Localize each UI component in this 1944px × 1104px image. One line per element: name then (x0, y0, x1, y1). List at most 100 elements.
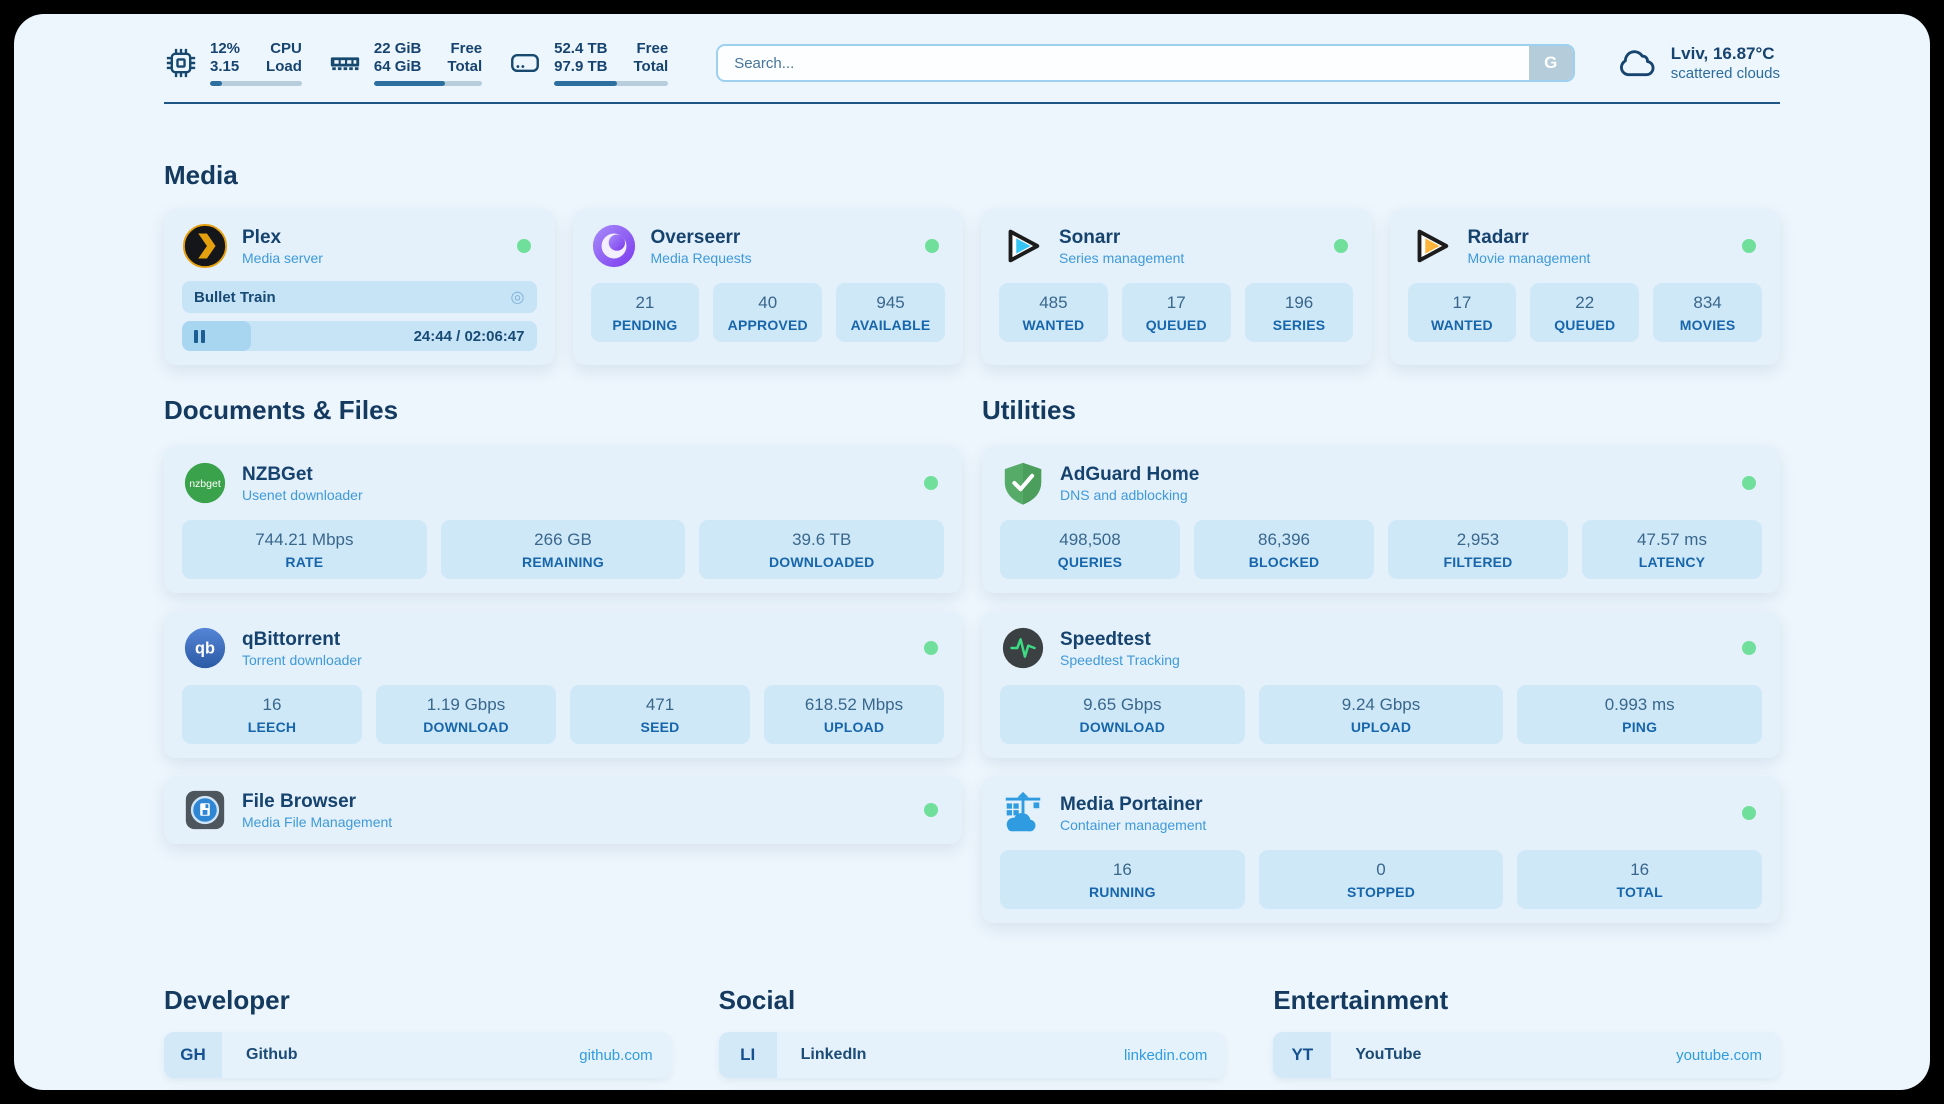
stat-tile: 196 SERIES (1245, 283, 1354, 342)
app-card-adguard[interactable]: AdGuard Home DNS and adblocking 498,508 … (982, 446, 1780, 593)
cpu-percent: 12% (210, 40, 240, 58)
stat-value: 21 (595, 293, 696, 313)
stat-value: 485 (1003, 293, 1104, 313)
weather-widget[interactable]: Lviv, 16.87°C scattered clouds (1617, 43, 1780, 83)
stat-label: QUEUED (1126, 317, 1227, 333)
status-dot (1742, 239, 1756, 253)
stat-label: AVAILABLE (840, 317, 941, 333)
search-bar: G (716, 44, 1575, 82)
bookmark-url[interactable]: github.com (579, 1047, 670, 1064)
section-title-documents: Documents & Files (164, 395, 962, 426)
stat-value: 9.24 Gbps (1263, 695, 1500, 715)
stat-tile: 40 APPROVED (713, 283, 822, 342)
app-description: Movie management (1468, 249, 1591, 267)
app-card-radarr[interactable]: Radarr Movie management 17 WANTED 22 QUE… (1390, 209, 1781, 365)
status-dot (924, 476, 938, 490)
app-name: Sonarr (1059, 226, 1184, 249)
bookmark-group-entertainment: Entertainment YT YouTube youtube.com NF … (1273, 985, 1780, 1090)
bookmark-abbr: LI (719, 1032, 777, 1078)
search-engine-button[interactable]: G (1529, 46, 1573, 80)
stat-tile: 16 RUNNING (1000, 850, 1245, 909)
stat-value: 0 (1263, 860, 1500, 880)
disk-progress-fill (554, 81, 617, 86)
stat-value: 618.52 Mbps (768, 695, 940, 715)
nzbget-icon: nzbget (182, 460, 228, 506)
stat-tile: 485 WANTED (999, 283, 1108, 342)
stat-label: QUERIES (1004, 554, 1176, 570)
app-card-overseerr[interactable]: Overseerr Media Requests 21 PENDING 40 A… (573, 209, 964, 365)
stat-tile: 0.993 ms PING (1517, 685, 1762, 744)
cpu-progress-fill (210, 81, 222, 86)
stat-value: 266 GB (445, 530, 682, 550)
session-type-icon: ◎ (511, 287, 525, 307)
stat-tile: 2,953 FILTERED (1388, 520, 1568, 579)
bookmark-url[interactable]: linkedin.com (1124, 1047, 1225, 1064)
cpu-load-label: Load (266, 58, 302, 76)
ram-icon (328, 46, 362, 80)
stat-label: LEECH (186, 719, 358, 735)
bookmark-github[interactable]: GH Github github.com (164, 1032, 671, 1078)
cpu-load-value: 3.15 (210, 58, 240, 76)
app-card-portainer[interactable]: Media Portainer Container management 16 … (982, 776, 1780, 923)
stat-tile: 17 WANTED (1408, 283, 1517, 342)
stat-tile: 9.65 Gbps DOWNLOAD (1000, 685, 1245, 744)
bookmark-youtube[interactable]: YT YouTube youtube.com (1273, 1032, 1780, 1078)
sonarr-icon (999, 223, 1045, 269)
stat-tile: 17 QUEUED (1122, 283, 1231, 342)
bookmark-abbr: GH (164, 1032, 222, 1078)
stat-tile: 266 GB REMAINING (441, 520, 686, 579)
stat-label: PENDING (595, 317, 696, 333)
stat-label: SERIES (1249, 317, 1350, 333)
radarr-icon (1408, 223, 1454, 269)
app-description: Media server (242, 249, 323, 267)
search-input[interactable] (716, 44, 1575, 82)
stat-value: 9.65 Gbps (1004, 695, 1241, 715)
app-card-speedtest[interactable]: Speedtest Speedtest Tracking 9.65 Gbps D… (982, 611, 1780, 758)
now-playing-row[interactable]: Bullet Train ◎ (182, 281, 537, 313)
status-dot (924, 641, 938, 655)
stat-label: QUEUED (1534, 317, 1635, 333)
bookmark-url[interactable]: youtube.com (1676, 1047, 1780, 1064)
app-card-plex[interactable]: Plex Media server Bullet Train ◎ 24:44 /… (164, 209, 555, 365)
app-card-filebrowser[interactable]: File Browser Media File Management (164, 776, 962, 844)
stat-label: STOPPED (1263, 884, 1500, 900)
stat-label: RUNNING (1004, 884, 1241, 900)
status-dot (1334, 239, 1348, 253)
adguard-icon (1000, 460, 1046, 506)
bookmark-group-social: Social LI LinkedIn linkedin.com TW Twitt… (719, 985, 1226, 1090)
app-name: File Browser (242, 790, 392, 813)
cpu-label: CPU (266, 40, 302, 58)
playback-progress-bar: 24:44 / 02:06:47 (182, 321, 537, 351)
stat-tile: 9.24 Gbps UPLOAD (1259, 685, 1504, 744)
app-name: qBittorrent (242, 628, 362, 651)
section-title-media: Media (164, 160, 1780, 191)
cpu-stat: 12% 3.15 CPU Load (164, 40, 302, 86)
app-description: Torrent downloader (242, 651, 362, 669)
stat-label: DOWNLOAD (380, 719, 552, 735)
media-grid: Plex Media server Bullet Train ◎ 24:44 /… (164, 209, 1780, 365)
section-title-social: Social (719, 985, 1226, 1016)
stat-tile: 0 STOPPED (1259, 850, 1504, 909)
stat-label: UPLOAD (1263, 719, 1500, 735)
app-card-nzbget[interactable]: nzbget NZBGet Usenet downloader 744.21 M… (164, 446, 962, 593)
stat-label: WANTED (1412, 317, 1513, 333)
bookmark-linkedin[interactable]: LI LinkedIn linkedin.com (719, 1032, 1226, 1078)
status-dot (1742, 476, 1756, 490)
app-card-qbittorrent[interactable]: qb qBittorrent Torrent downloader 16 LEE… (164, 611, 962, 758)
stat-value: 744.21 Mbps (186, 530, 423, 550)
weather-location: Lviv, 16.87°C (1671, 43, 1780, 64)
stat-label: RATE (186, 554, 423, 570)
now-playing-title: Bullet Train (194, 289, 276, 306)
app-name: Plex (242, 226, 323, 249)
app-name: AdGuard Home (1060, 463, 1199, 486)
app-name: Overseerr (651, 226, 752, 249)
bookmark-name: YouTube (1355, 1046, 1421, 1064)
bookmark-group-developer: Developer GH Github github.com SO StackO… (164, 985, 671, 1090)
bookmark-abbr: YT (1273, 1032, 1331, 1078)
app-card-sonarr[interactable]: Sonarr Series management 485 WANTED 17 Q… (981, 209, 1372, 365)
stat-value: 16 (186, 695, 358, 715)
stat-label: TOTAL (1521, 884, 1758, 900)
stat-label: SEED (574, 719, 746, 735)
section-title-utilities: Utilities (982, 395, 1780, 426)
status-dot (517, 239, 531, 253)
